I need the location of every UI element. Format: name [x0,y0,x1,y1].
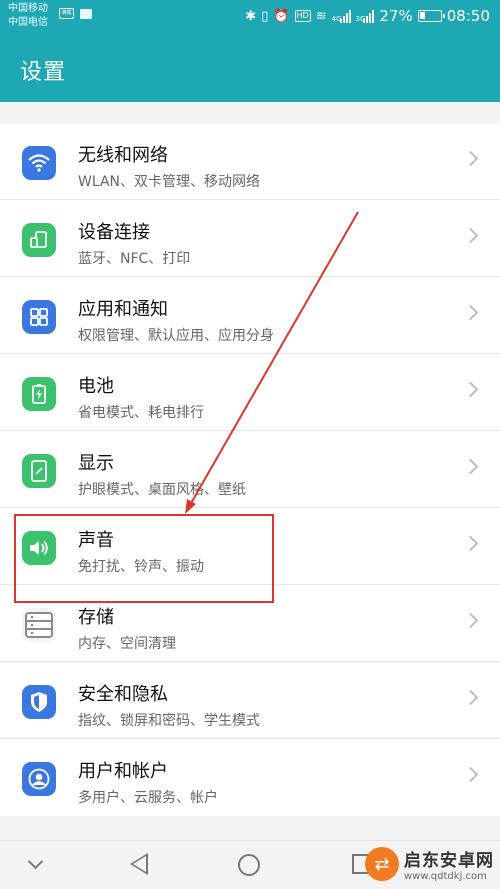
app-bar: 中国移动 中国电信 满载 ✱ ▯ ⏰ HD ≋ 4G 3G 27% 08:50 [0,0,500,102]
settings-item-display[interactable]: 显示 护眼模式、桌面风格、壁纸 [0,431,500,508]
chevron-right-icon [462,612,479,629]
battery-status-icon [417,10,445,22]
back-icon-inner [133,856,146,872]
notification-icons: 满载 [59,8,92,19]
settings-item-title: 应用和通知 [78,299,168,320]
signal-1-icon: 4G [332,9,351,23]
display-icon [22,454,56,488]
settings-item-users[interactable]: 用户和帐户 多用户、云服务、帐户 [0,739,500,816]
chevron-right-icon [462,304,479,321]
settings-item-subtitle: 内存、空间清理 [78,636,176,652]
settings-item-title: 用户和帐户 [78,761,168,782]
settings-item-title: 设备连接 [78,222,150,243]
chevron-right-icon [462,766,479,783]
vibrate-icon: ▯ [261,8,269,24]
settings-item-title: 声音 [78,530,114,551]
settings-item-security[interactable]: 安全和隐私 指纹、锁屏和密码、学生模式 [0,662,500,739]
hd-icon: HD [294,10,311,22]
carrier-1: 中国移动 [8,3,48,14]
watermark: ⇄ 启东安卓网 www.qdtdkj.com [365,846,494,882]
watermark-logo-icon: ⇄ [365,847,399,881]
chevron-right-icon [462,381,479,398]
status-icons: ✱ ▯ ⏰ HD ≋ 4G 3G 27% 08:50 [245,7,490,25]
settings-item-title: 无线和网络 [78,145,168,166]
speaker-icon [22,531,56,565]
settings-item-apps[interactable]: 应用和通知 权限管理、默认应用、应用分身 [0,277,500,354]
settings-item-subtitle: 多用户、云服务、帐户 [78,790,218,806]
settings-item-title: 安全和隐私 [78,684,168,705]
settings-item-subtitle: 权限管理、默认应用、应用分身 [78,328,274,344]
settings-item-title: 电池 [78,376,114,397]
wifi-status-icon: ≋ [315,8,327,24]
settings-item-subtitle: 免打扰、铃声、振动 [78,559,204,575]
chevron-right-icon [462,689,479,706]
chevron-right-icon [462,150,479,167]
status-bar: 中国移动 中国电信 满载 ✱ ▯ ⏰ HD ≋ 4G 3G 27% 08:50 [0,0,500,36]
wifi-icon [22,146,56,180]
carrier-2: 中国电信 [8,17,48,28]
shield-icon [22,685,56,719]
chevron-right-icon [462,227,479,244]
alarm-icon: ⏰ [273,8,290,24]
chevron-right-icon [462,535,479,552]
settings-item-sound[interactable]: 声音 免打扰、铃声、振动 [0,508,500,585]
settings-item-subtitle: 指纹、锁屏和密码、学生模式 [78,713,260,729]
home-button[interactable] [238,854,260,876]
settings-item-subtitle: WLAN、双卡管理、移动网络 [78,174,261,190]
storage-icon [22,608,56,642]
bluetooth-icon: ✱ [245,8,257,24]
settings-item-title: 存储 [78,607,114,628]
settings-list: 无线和网络 WLAN、双卡管理、移动网络 设备连接 蓝牙、NFC、打印 应用和通… [0,123,500,816]
settings-item-battery[interactable]: 电池 省电模式、耗电排行 [0,354,500,431]
settings-item-wireless[interactable]: 无线和网络 WLAN、双卡管理、移动网络 [0,123,500,200]
apps-grid-icon [22,300,56,334]
battery-icon [22,377,56,411]
settings-item-title: 显示 [78,453,114,474]
chevron-down-icon[interactable] [27,853,44,870]
carrier-info: 中国移动 中国电信 [8,2,48,30]
settings-item-storage[interactable]: 存储 内存、空间清理 [0,585,500,662]
message-icon [80,9,92,19]
battery-fill [419,12,425,19]
signal-2-icon: 3G [356,9,375,23]
settings-item-subtitle: 省电模式、耗电排行 [78,405,204,421]
user-icon [22,762,56,796]
sim-badge-icon: 满载 [59,8,74,19]
chevron-right-icon [462,458,479,475]
page-title: 设置 [20,60,67,85]
watermark-url: www.qdtdkj.com [404,871,487,882]
device-connection-icon [22,223,56,257]
clock: 08:50 [446,7,490,25]
settings-item-subtitle: 护眼模式、桌面风格、壁纸 [78,482,246,498]
settings-item-subtitle: 蓝牙、NFC、打印 [78,251,191,267]
settings-item-device-connection[interactable]: 设备连接 蓝牙、NFC、打印 [0,200,500,277]
battery-percent: 27% [379,7,413,25]
watermark-name: 启东安卓网 [404,851,494,871]
